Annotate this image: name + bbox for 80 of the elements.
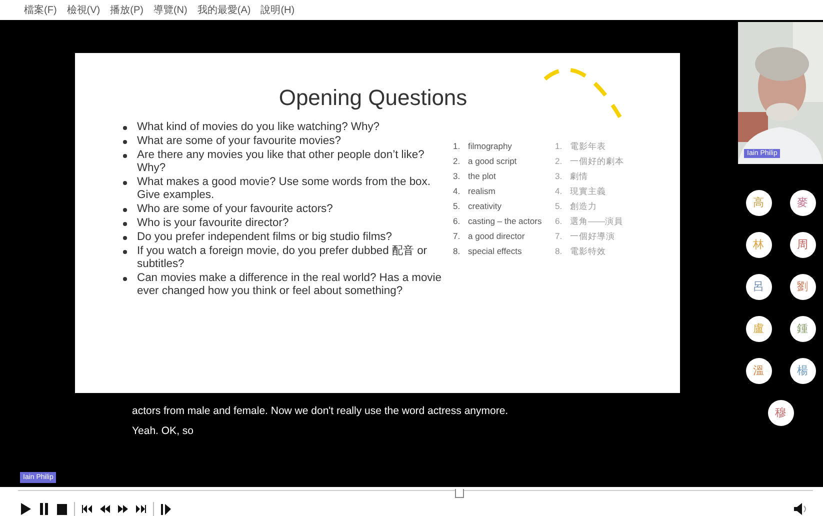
word-text: filmography bbox=[468, 140, 512, 151]
question-text: What makes a good movie? Use some words from the box. Give examples. bbox=[137, 176, 432, 202]
word-text: 創造力 bbox=[570, 200, 597, 211]
participant-avatar[interactable]: 麥 bbox=[790, 190, 816, 216]
list-number: 3. bbox=[453, 170, 462, 181]
participant-avatar[interactable]: 劉 bbox=[790, 274, 816, 300]
skip-forward-icon[interactable] bbox=[135, 502, 147, 516]
word-text: 選角——演員 bbox=[570, 216, 623, 226]
list-number: 2. bbox=[555, 156, 564, 166]
question-text: Who is your favourite director? bbox=[137, 216, 289, 230]
word-text: special effects bbox=[468, 246, 522, 256]
list-number: 5. bbox=[555, 200, 564, 211]
list-number: 8. bbox=[453, 246, 462, 256]
word-text: 劇情 bbox=[570, 170, 588, 181]
play-icon[interactable] bbox=[20, 502, 32, 516]
list-number: 6. bbox=[555, 216, 564, 226]
word-text: realism bbox=[468, 186, 496, 196]
question-text: If you watch a foreign movie, do you prefer dubbed 配音 or subtitles? bbox=[137, 244, 428, 271]
word-text: 一個好導演 bbox=[570, 230, 615, 241]
stop-icon[interactable] bbox=[56, 502, 68, 516]
seek-handle[interactable] bbox=[455, 489, 464, 498]
step-forward-icon[interactable] bbox=[160, 502, 172, 516]
question-text: What kind of movies do you like watching? Why? bbox=[137, 120, 380, 134]
list-number: 7. bbox=[453, 230, 462, 241]
list-number: 8. bbox=[555, 246, 564, 256]
bullet-icon bbox=[123, 208, 127, 212]
list-number: 7. bbox=[555, 230, 564, 241]
menu-item[interactable]: 播放(P) bbox=[110, 2, 144, 17]
bullet-icon bbox=[123, 154, 127, 158]
word-text: a good director bbox=[468, 230, 525, 241]
word-text: creativity bbox=[468, 200, 502, 211]
bullet-icon bbox=[123, 250, 127, 254]
word-text: the plot bbox=[468, 170, 496, 181]
question-text: Can movies make a difference in the real world? Has a movie ever changed how you think or feel about something? bbox=[137, 272, 442, 298]
question-text: Who are some of your favourite actors? bbox=[137, 202, 333, 216]
menu-item[interactable]: 檢視(V) bbox=[66, 2, 100, 17]
menu-item[interactable]: 導覽(N) bbox=[153, 2, 188, 17]
bullet-icon bbox=[123, 180, 127, 185]
volume-icon[interactable] bbox=[793, 502, 809, 516]
menu-item[interactable]: 檔案(F) bbox=[24, 2, 57, 17]
list-number: 2. bbox=[453, 156, 462, 166]
bullet-icon bbox=[123, 236, 127, 240]
question-text: Do you prefer independent films or big studio films? bbox=[137, 230, 392, 244]
bullet-icon bbox=[123, 140, 127, 144]
list-number: 5. bbox=[453, 200, 462, 211]
participant-avatar[interactable]: 鍾 bbox=[790, 316, 816, 342]
fast-forward-icon[interactable] bbox=[117, 502, 129, 516]
pause-icon[interactable] bbox=[38, 502, 50, 516]
caption-text: Yeah. OK, so bbox=[132, 424, 194, 437]
word-text: a good script bbox=[468, 156, 517, 166]
participant-avatar[interactable]: 楊 bbox=[790, 358, 816, 384]
list-number: 1. bbox=[555, 140, 564, 151]
list-number: 4. bbox=[555, 186, 564, 196]
list-number: 4. bbox=[453, 186, 462, 196]
bullet-icon bbox=[123, 276, 127, 281]
question-text: What are some of your favourite movies? bbox=[137, 134, 341, 148]
slide-title: Opening Questions bbox=[278, 84, 468, 111]
menu-item[interactable]: 我的最愛(A) bbox=[197, 2, 251, 17]
menu-item[interactable]: 說明(H) bbox=[260, 2, 295, 17]
rewind-icon[interactable] bbox=[99, 502, 111, 516]
bullet-icon bbox=[123, 126, 127, 130]
word-text: casting – the actors bbox=[468, 216, 542, 226]
participant-avatar[interactable]: 溫 bbox=[746, 358, 772, 384]
participant-avatar[interactable]: 林 bbox=[746, 232, 772, 258]
list-number: 3. bbox=[555, 170, 564, 181]
participant-avatar[interactable]: 高 bbox=[746, 190, 772, 216]
bullet-icon bbox=[123, 222, 127, 226]
word-text: 電影特效 bbox=[570, 246, 606, 256]
word-text: 現實主義 bbox=[570, 186, 606, 196]
participant-avatar[interactable]: 呂 bbox=[746, 274, 772, 300]
list-number: 6. bbox=[453, 216, 462, 226]
word-text: 一個好的劇本 bbox=[570, 156, 624, 166]
participant-avatar[interactable]: 周 bbox=[790, 232, 816, 258]
skip-back-icon[interactable] bbox=[81, 502, 93, 516]
caption-text: actors from male and female. Now we don't really use the word actress anymore. bbox=[132, 404, 510, 417]
participant-avatar[interactable]: 穆 bbox=[768, 400, 794, 426]
word-text: 電影年表 bbox=[570, 140, 606, 151]
participant-avatar[interactable]: 盧 bbox=[746, 316, 772, 342]
list-number: 1. bbox=[453, 140, 462, 151]
question-text: Are there any movies you like that other people don’t like? Why? bbox=[137, 148, 426, 175]
